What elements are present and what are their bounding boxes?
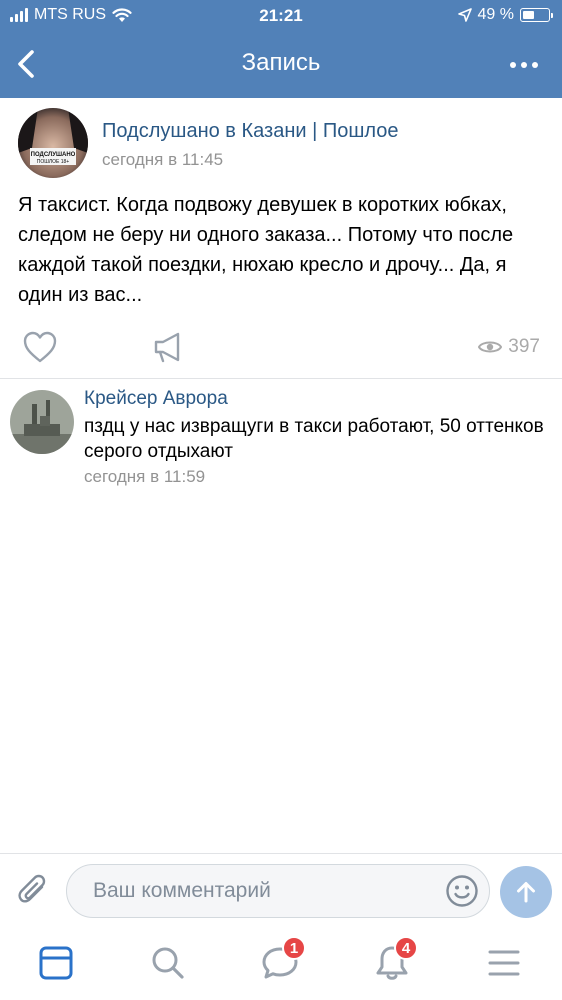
- send-button[interactable]: [500, 866, 552, 918]
- post-timestamp: сегодня в 11:45: [102, 150, 224, 169]
- comment-input[interactable]: [91, 865, 431, 917]
- tab-search[interactable]: [143, 940, 193, 986]
- smiley-icon: [446, 875, 478, 907]
- nav-bar: Запись: [0, 32, 562, 98]
- tab-bar: 1 4: [0, 926, 562, 1000]
- comment-timestamp: сегодня в 11:59: [84, 467, 206, 486]
- comment-input-box: [66, 864, 490, 918]
- post-author-link[interactable]: Подслушано в Казани | Пошлое: [102, 120, 399, 143]
- comment-avatar[interactable]: [10, 390, 74, 454]
- notifications-badge: 4: [394, 936, 418, 960]
- emoji-button[interactable]: [445, 874, 479, 908]
- paperclip-icon: [18, 874, 46, 903]
- comment-composer: [0, 853, 562, 926]
- community-avatar-image: ПОДСЛУШАНО ПОШЛОЕ 18+: [18, 108, 88, 178]
- share-button[interactable]: [150, 330, 188, 364]
- attach-button[interactable]: [16, 872, 52, 910]
- location-arrow-icon: [457, 8, 472, 22]
- arrow-up-icon: [517, 882, 535, 903]
- status-right: 49 %: [457, 6, 553, 24]
- search-icon: [152, 947, 184, 979]
- post-header: ПОДСЛУШАНО ПОШЛОЕ 18+ Подслушано в Казан…: [18, 108, 548, 182]
- status-bar: MTS RUS 21:21 49 %: [0, 0, 562, 32]
- more-horizontal-icon: [510, 62, 516, 68]
- eye-icon: [478, 341, 503, 353]
- tab-notifications[interactable]: 4: [367, 936, 418, 986]
- divider: [0, 378, 562, 379]
- svg-text:ПОДСЛУШАНО: ПОДСЛУШАНО: [31, 152, 76, 158]
- more-button[interactable]: [504, 48, 544, 82]
- comment-text: пздц у нас извращуги в такси работают, 5…: [84, 416, 544, 462]
- comment-avatar-image: [10, 390, 74, 454]
- newsfeed-icon: [39, 946, 73, 980]
- messages-badge: 1: [282, 936, 306, 960]
- more-dot: [532, 62, 538, 68]
- views-counter: 397: [478, 336, 540, 358]
- comment-author-link[interactable]: Крейсер Аврора: [84, 388, 228, 410]
- post-text: Я таксист. Когда подвожу девушек в корот…: [18, 194, 514, 306]
- more-dot: [521, 62, 527, 68]
- hamburger-menu-icon: [488, 950, 520, 976]
- community-avatar[interactable]: ПОДСЛУШАНО ПОШЛОЕ 18+: [18, 108, 88, 178]
- tab-menu[interactable]: [479, 940, 529, 986]
- battery-percent: 49 %: [477, 6, 514, 23]
- page-title: Запись: [241, 49, 321, 76]
- post-actions: 397: [0, 322, 562, 372]
- views-count: 397: [508, 336, 540, 357]
- like-button[interactable]: [22, 330, 60, 364]
- app-header: MTS RUS 21:21 49 % Запись: [0, 0, 562, 98]
- heart-icon: [23, 331, 57, 363]
- tab-news[interactable]: [31, 940, 81, 986]
- battery-icon: [520, 8, 553, 22]
- svg-text:ПОШЛОЕ 18+: ПОШЛОЕ 18+: [37, 159, 70, 165]
- battery-level: [523, 11, 535, 19]
- tab-messages[interactable]: 1: [255, 936, 306, 986]
- megaphone-icon: [154, 332, 180, 363]
